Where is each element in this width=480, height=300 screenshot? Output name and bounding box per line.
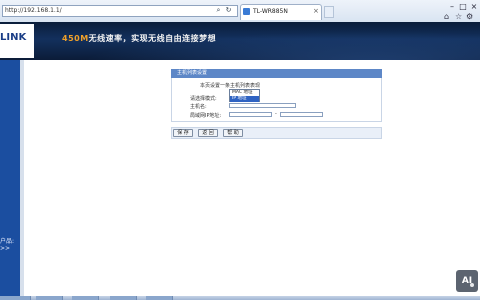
host-name-label: 主机名:	[190, 104, 207, 110]
close-icon[interactable]: ×	[313, 7, 319, 15]
browser-tab[interactable]: TL-WR885N	[240, 4, 322, 20]
ip-start-input[interactable]	[229, 112, 272, 117]
ip-end-input[interactable]	[280, 112, 323, 117]
sidebar-expand-arrow[interactable]: >>	[0, 245, 10, 252]
slogan-text: 无线速率，实现无线自由连接梦想	[88, 34, 217, 43]
window-close-icon[interactable]: ×	[468, 2, 480, 12]
back-button[interactable]: 返 回	[198, 129, 218, 137]
brand-logo: LINK	[0, 32, 27, 43]
taskbar-item[interactable]	[110, 296, 137, 300]
panel-intro-text: 本页设置一条主机列表表现	[200, 83, 261, 89]
host-name-input[interactable]	[229, 103, 296, 108]
start-button[interactable]	[0, 296, 31, 300]
dropdown-option-ip[interactable]: IP 地址	[230, 96, 259, 102]
mode-label: 请选择模式:	[190, 96, 217, 102]
mode-dropdown[interactable]: MAC 地址 IP 地址	[229, 89, 260, 102]
save-button[interactable]: 保 存	[173, 129, 193, 137]
home-icon[interactable]: ⌂	[444, 12, 449, 21]
help-button[interactable]: 帮 助	[223, 129, 243, 137]
address-bar[interactable]: http://192.168.1.1/	[2, 5, 238, 17]
taskbar-item[interactable]	[72, 296, 99, 300]
banner-slogan: 450M无线速率，实现无线自由连接梦想	[62, 33, 216, 44]
sidebar-menu	[0, 60, 20, 296]
taskbar-item[interactable]	[36, 296, 63, 300]
slogan-highlight: 450M	[62, 34, 89, 43]
frame-divider[interactable]	[20, 60, 24, 296]
gear-icon[interactable]: ⚙	[466, 12, 473, 21]
taskbar-item[interactable]	[146, 296, 173, 300]
sidebar-item-label[interactable]: 户品:	[0, 236, 14, 245]
ip-range-separator: -	[275, 111, 277, 117]
panel-title: 主机列表设置	[171, 69, 382, 78]
lan-ip-label: 局域网IP地址:	[190, 113, 222, 119]
refresh-icon[interactable]: ↻	[224, 6, 233, 15]
star-icon[interactable]: ☆	[455, 12, 462, 21]
watermark-dot	[470, 283, 474, 287]
watermark-logo: AI	[456, 270, 478, 292]
tab-favicon-icon	[243, 8, 250, 15]
new-tab-button[interactable]	[324, 6, 334, 18]
search-icon[interactable]: ⌕	[214, 6, 223, 15]
